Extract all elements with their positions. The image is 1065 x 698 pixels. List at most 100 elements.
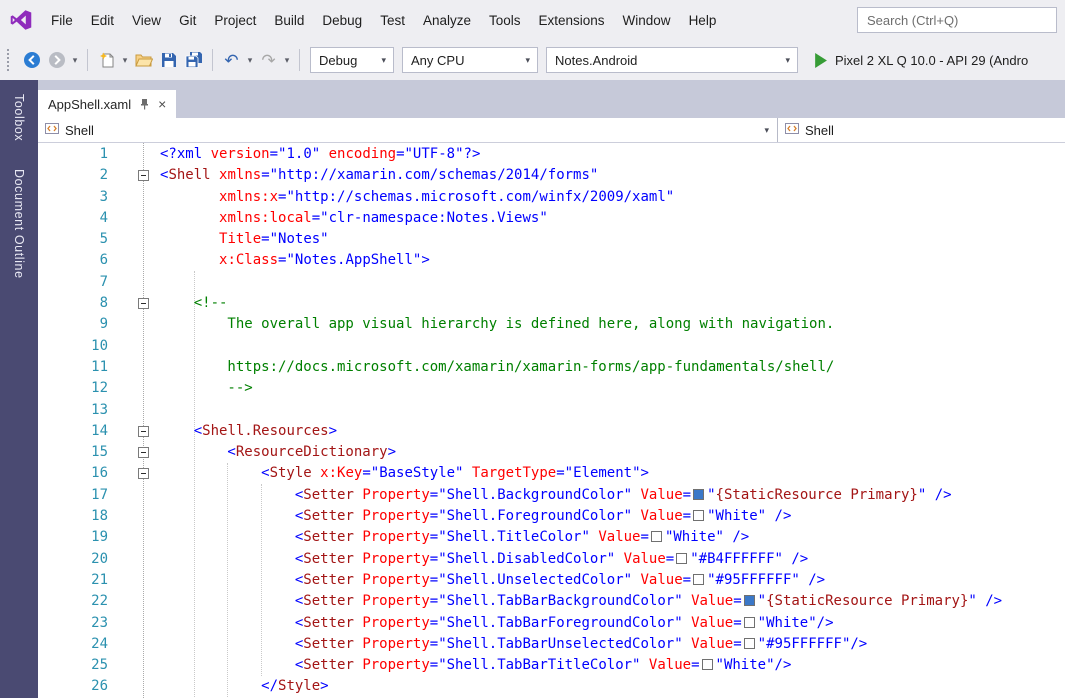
menu-item-tools[interactable]: Tools — [480, 9, 530, 32]
code-line[interactable]: 20 <Setter Property="Shell.DisabledColor… — [38, 549, 1065, 570]
code-text[interactable] — [160, 272, 1065, 293]
undo-button[interactable]: ↶ — [219, 48, 244, 73]
menu-item-window[interactable]: Window — [614, 9, 680, 32]
code-line[interactable]: 23 <Setter Property="Shell.TabBarForegro… — [38, 613, 1065, 634]
redo-dropdown-arrow[interactable]: ▾ — [281, 55, 293, 66]
code-text[interactable]: Title="Notes" — [160, 229, 1065, 250]
code-line[interactable]: 16 <Style x:Key="BaseStyle" TargetType="… — [38, 463, 1065, 484]
code-text[interactable]: xmlns:local="clr-namespace:Notes.Views" — [160, 208, 1065, 229]
fold-margin — [118, 378, 160, 399]
menu-item-debug[interactable]: Debug — [313, 9, 371, 32]
menu-item-file[interactable]: File — [42, 9, 82, 32]
code-text[interactable]: <Shell.Resources> — [160, 421, 1065, 442]
code-text[interactable]: <Setter Property="Shell.UnselectedColor"… — [160, 570, 1065, 591]
menu-item-git[interactable]: Git — [170, 9, 205, 32]
code-text[interactable]: <Setter Property="Shell.BackgroundColor"… — [160, 485, 1065, 506]
element-dropdown-right[interactable]: Shell — [778, 118, 1065, 142]
code-text[interactable] — [160, 336, 1065, 357]
redo-button[interactable]: ↷ — [256, 48, 281, 73]
navigation-dropdown-arrow[interactable]: ▾ — [69, 55, 81, 66]
menu-item-edit[interactable]: Edit — [82, 9, 123, 32]
fold-collapse-icon[interactable] — [138, 298, 149, 309]
fold-collapse-icon[interactable] — [138, 170, 149, 181]
toolbar-grip[interactable] — [7, 49, 11, 71]
start-debugging-button[interactable]: Pixel 2 XL Q 10.0 - API 29 (Andro — [814, 53, 1028, 68]
fold-collapse-icon[interactable] — [138, 447, 149, 458]
code-text[interactable]: <Shell xmlns="http://xamarin.com/schemas… — [160, 165, 1065, 186]
new-file-dropdown-arrow[interactable]: ▾ — [119, 55, 131, 66]
line-number: 11 — [38, 357, 118, 378]
code-line[interactable]: 4 xmlns:local="clr-namespace:Notes.Views… — [38, 208, 1065, 229]
code-text[interactable] — [160, 400, 1065, 421]
code-line[interactable]: 21 <Setter Property="Shell.UnselectedCol… — [38, 570, 1065, 591]
code-text[interactable]: <ResourceDictionary> — [160, 442, 1065, 463]
code-text[interactable]: <Setter Property="Shell.TitleColor" Valu… — [160, 527, 1065, 548]
code-line[interactable]: 17 <Setter Property="Shell.BackgroundCol… — [38, 485, 1065, 506]
code-text[interactable]: <!-- — [160, 293, 1065, 314]
code-line[interactable]: 26 </Style> — [38, 676, 1065, 697]
open-file-button[interactable] — [131, 48, 156, 73]
code-line[interactable]: 12 --> — [38, 378, 1065, 399]
menu-item-extensions[interactable]: Extensions — [530, 9, 614, 32]
code-text[interactable]: <Setter Property="Shell.TabBarForeground… — [160, 613, 1065, 634]
code-line[interactable]: 24 <Setter Property="Shell.TabBarUnselec… — [38, 634, 1065, 655]
navigate-forward-button[interactable] — [44, 48, 69, 73]
menu-item-help[interactable]: Help — [680, 9, 726, 32]
fold-collapse-icon[interactable] — [138, 468, 149, 479]
close-icon[interactable]: × — [158, 97, 166, 111]
menu-item-analyze[interactable]: Analyze — [414, 9, 480, 32]
code-editor[interactable]: 1<?xml version="1.0" encoding="UTF-8"?>2… — [38, 143, 1065, 698]
save-button[interactable] — [156, 48, 181, 73]
navigate-back-button[interactable] — [19, 48, 44, 73]
code-text[interactable]: <Style x:Key="BaseStyle" TargetType="Ele… — [160, 463, 1065, 484]
menu-item-test[interactable]: Test — [371, 9, 414, 32]
code-text[interactable]: https://docs.microsoft.com/xamarin/xamar… — [160, 357, 1065, 378]
code-text[interactable]: <?xml version="1.0" encoding="UTF-8"?> — [160, 144, 1065, 165]
code-text[interactable]: <Setter Property="Shell.TabBarUnselected… — [160, 634, 1065, 655]
code-line[interactable]: 10 — [38, 336, 1065, 357]
code-line[interactable]: 3 xmlns:x="http://schemas.microsoft.com/… — [38, 187, 1065, 208]
solution-platform-dropdown[interactable]: Any CPU ▾ — [402, 47, 538, 73]
new-file-button[interactable] — [94, 48, 119, 73]
code-line[interactable]: 7 — [38, 272, 1065, 293]
code-line[interactable]: 22 <Setter Property="Shell.TabBarBackgro… — [38, 591, 1065, 612]
code-line[interactable]: 25 <Setter Property="Shell.TabBarTitleCo… — [38, 655, 1065, 676]
menu-item-view[interactable]: View — [123, 9, 170, 32]
code-line[interactable]: 13 — [38, 400, 1065, 421]
code-line[interactable]: 15 <ResourceDictionary> — [38, 442, 1065, 463]
fold-collapse-icon[interactable] — [138, 426, 149, 437]
search-input[interactable] — [857, 7, 1057, 33]
code-text[interactable]: x:Class="Notes.AppShell"> — [160, 250, 1065, 271]
code-line[interactable]: 19 <Setter Property="Shell.TitleColor" V… — [38, 527, 1065, 548]
code-text[interactable]: <Setter Property="Shell.DisabledColor" V… — [160, 549, 1065, 570]
debug-target-label: Pixel 2 XL Q 10.0 - API 29 (Andro — [835, 53, 1028, 68]
side-tab-toolbox[interactable]: Toolbox — [12, 90, 26, 145]
code-line[interactable]: 6 x:Class="Notes.AppShell"> — [38, 250, 1065, 271]
code-line[interactable]: 9 The overall app visual hierarchy is de… — [38, 314, 1065, 335]
code-line[interactable]: 8 <!-- — [38, 293, 1065, 314]
code-line[interactable]: 14 <Shell.Resources> — [38, 421, 1065, 442]
code-line[interactable]: 2<Shell xmlns="http://xamarin.com/schema… — [38, 165, 1065, 186]
code-text[interactable]: --> — [160, 378, 1065, 399]
code-text[interactable]: The overall app visual hierarchy is defi… — [160, 314, 1065, 335]
startup-project-dropdown[interactable]: Notes.Android ▾ — [546, 47, 798, 73]
solution-configuration-dropdown[interactable]: Debug ▾ — [310, 47, 394, 73]
code-text[interactable]: <Setter Property="Shell.TabBarTitleColor… — [160, 655, 1065, 676]
code-text[interactable]: xmlns:x="http://schemas.microsoft.com/wi… — [160, 187, 1065, 208]
line-number: 9 — [38, 314, 118, 335]
element-dropdown-left[interactable]: Shell ▾ — [38, 118, 778, 142]
code-text[interactable]: </Style> — [160, 676, 1065, 697]
code-line[interactable]: 11 https://docs.microsoft.com/xamarin/xa… — [38, 357, 1065, 378]
code-line[interactable]: 5 Title="Notes" — [38, 229, 1065, 250]
code-line[interactable]: 1<?xml version="1.0" encoding="UTF-8"?> — [38, 144, 1065, 165]
code-text[interactable]: <Setter Property="Shell.TabBarBackground… — [160, 591, 1065, 612]
undo-dropdown-arrow[interactable]: ▾ — [244, 55, 256, 66]
save-all-button[interactable] — [181, 48, 206, 73]
menu-item-project[interactable]: Project — [205, 9, 265, 32]
code-text[interactable]: <Setter Property="Shell.ForegroundColor"… — [160, 506, 1065, 527]
side-tab-document-outline[interactable]: Document Outline — [12, 165, 26, 283]
pin-icon[interactable] — [139, 98, 150, 110]
code-line[interactable]: 18 <Setter Property="Shell.ForegroundCol… — [38, 506, 1065, 527]
document-tab-appshell-xaml[interactable]: AppShell.xaml × — [38, 90, 176, 118]
menu-item-build[interactable]: Build — [265, 9, 313, 32]
